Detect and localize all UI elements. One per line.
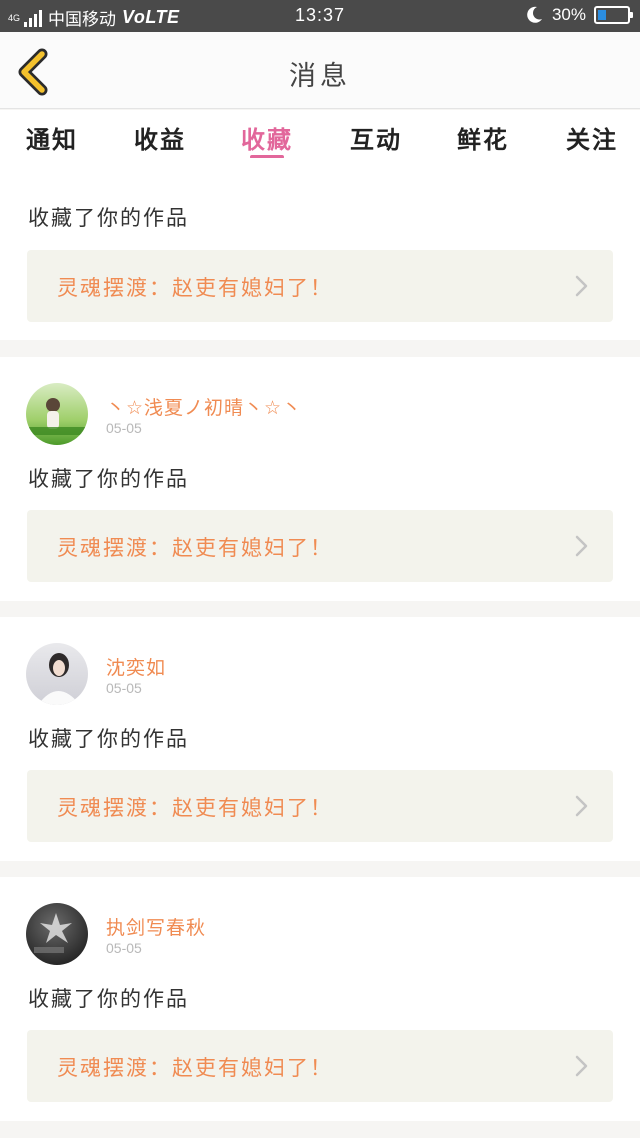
header: 消息 xyxy=(0,32,640,109)
item-action: 收藏了你的作品 xyxy=(28,206,189,230)
chevron-right-icon xyxy=(575,275,588,297)
avatar[interactable] xyxy=(26,903,88,965)
list-item: 执剑写春秋 05-05 收藏了你的作品 灵魂摆渡：赵吏有媳妇了！ xyxy=(0,877,640,1121)
tab-earnings[interactable]: 收益 xyxy=(134,120,186,155)
work-title: 灵魂摆渡：赵吏有媳妇了！ xyxy=(57,276,333,300)
moon-icon xyxy=(527,6,542,23)
tab-favorites[interactable]: 收藏 xyxy=(241,120,293,155)
battery-percent: 30% xyxy=(551,5,586,24)
chevron-right-icon xyxy=(575,535,588,557)
favorites-feed[interactable]: 05-05 收藏了你的作品 灵魂摆渡：赵吏有媳妇了！ 丶☆浅夏ノ初晴丶☆丶 05… xyxy=(0,158,640,1138)
work-title: 灵魂摆渡：赵吏有媳妇了！ xyxy=(57,536,333,560)
work-card[interactable]: 灵魂摆渡：赵吏有媳妇了！ xyxy=(27,250,613,322)
battery-icon xyxy=(594,6,633,24)
avatar-image xyxy=(26,398,88,435)
avatar-image xyxy=(34,913,72,953)
work-card[interactable]: 灵魂摆渡：赵吏有媳妇了！ xyxy=(27,770,613,842)
tab-bar: 通知 收益 收藏 互动 鲜花 关注 xyxy=(0,110,640,159)
work-card[interactable]: 灵魂摆渡：赵吏有媳妇了！ xyxy=(27,1030,613,1102)
avatar[interactable] xyxy=(26,643,88,705)
chevron-right-icon xyxy=(575,795,588,817)
username[interactable]: 执剑写春秋 xyxy=(106,913,206,940)
chevron-right-icon xyxy=(575,1055,588,1077)
tab-flowers[interactable]: 鲜花 xyxy=(457,120,509,155)
item-date: 05-05 xyxy=(106,680,142,696)
page-title: 消息 xyxy=(289,61,351,92)
tab-notifications[interactable]: 通知 xyxy=(26,120,78,155)
battery-fill xyxy=(598,10,606,20)
tab-interactions[interactable]: 互动 xyxy=(350,120,402,155)
item-date: 05-05 xyxy=(106,420,142,436)
work-title: 灵魂摆渡：赵吏有媳妇了！ xyxy=(57,796,333,820)
list-item: 05-05 收藏了你的作品 灵魂摆渡：赵吏有媳妇了！ xyxy=(0,158,640,340)
work-card[interactable]: 灵魂摆渡：赵吏有媳妇了！ xyxy=(27,510,613,582)
item-action: 收藏了你的作品 xyxy=(28,727,189,751)
item-action: 收藏了你的作品 xyxy=(28,467,189,491)
list-item: 丶☆浅夏ノ初晴丶☆丶 05-05 收藏了你的作品 灵魂摆渡：赵吏有媳妇了！ xyxy=(0,357,640,601)
username[interactable]: 丶☆浅夏ノ初晴丶☆丶 xyxy=(106,393,302,420)
item-date: 05-05 xyxy=(106,940,142,956)
status-bar: 4G 中国移动 VoLTE 13:37 30% xyxy=(0,0,640,32)
list-item: 沈奕如 05-05 收藏了你的作品 灵魂摆渡：赵吏有媳妇了！ xyxy=(0,617,640,861)
item-action: 收藏了你的作品 xyxy=(28,987,189,1011)
avatar-image xyxy=(38,653,80,705)
username[interactable]: 沈奕如 xyxy=(106,653,166,680)
tab-following[interactable]: 关注 xyxy=(566,120,618,155)
work-title: 灵魂摆渡：赵吏有媳妇了！ xyxy=(57,1056,333,1080)
status-right: 30% xyxy=(524,5,633,25)
avatar[interactable] xyxy=(26,383,88,445)
